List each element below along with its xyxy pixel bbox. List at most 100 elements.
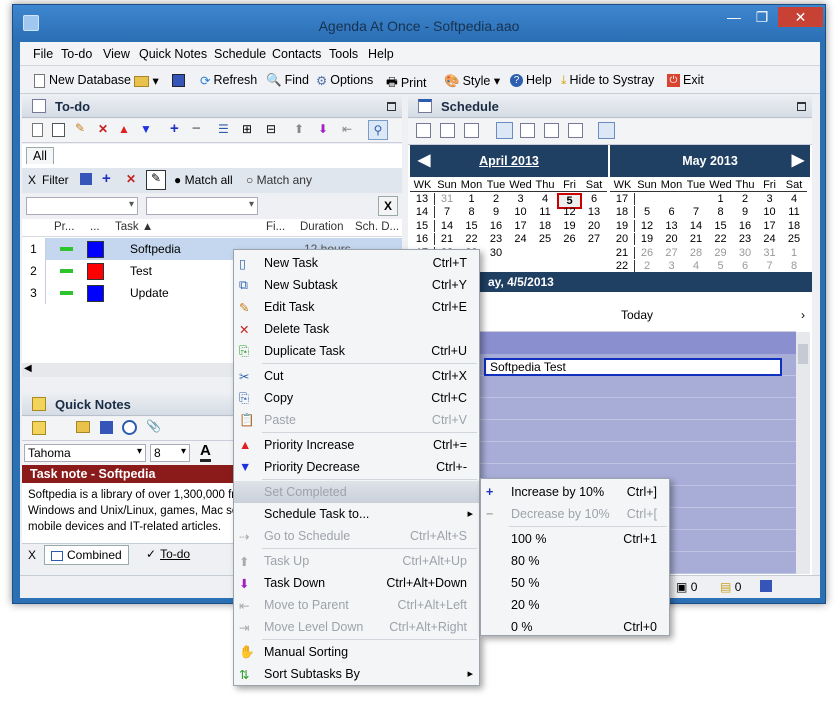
close-button[interactable]: ✕ [778,7,823,27]
menu-item-new-task[interactable]: ▯ New Task Ctrl+T [234,252,479,274]
column-task[interactable]: Task ▲ [115,221,153,233]
menu-item-set-completed[interactable]: Set Completed [234,481,479,503]
april-title[interactable]: April 2013 [479,154,539,168]
tab-combined[interactable]: Combined [44,545,129,565]
menu-item-manual-sorting[interactable]: ✋ Manual Sorting [234,641,479,663]
help-button[interactable]: ? Help [510,73,552,88]
calendar-day[interactable]: 17 [508,220,533,232]
calendar-day[interactable]: 12 [635,220,660,232]
chevron-right-icon[interactable]: › [796,298,810,332]
chevron-left-icon[interactable]: ◀ [24,363,32,374]
menu-view[interactable]: View [103,47,130,61]
menu-item-go-to-schedule[interactable]: ⇢ Go to Schedule Ctrl+Alt+S [234,525,479,547]
calendar-day[interactable]: 25 [533,233,558,245]
paperclip-icon[interactable]: 📎 [146,419,161,433]
list-icon[interactable]: ☰ [218,122,229,136]
calendar-day[interactable]: 1 [782,247,807,259]
calendar-day[interactable]: 11 [782,206,807,218]
calendar-day[interactable]: 13 [659,220,684,232]
calendar-day[interactable]: 26 [635,247,660,259]
minus-icon[interactable]: − [192,120,201,137]
open-button[interactable]: ▾ [134,73,159,88]
submenu-item-decrease-by-10[interactable]: − Decrease by 10% Ctrl+[ [481,503,669,525]
plus-icon[interactable]: + [170,120,179,137]
add-filter-icon[interactable]: + [102,170,111,187]
calendar-day[interactable]: 21 [684,233,709,245]
calendar-day[interactable]: 1 [459,193,484,205]
menu-item-delete-task[interactable]: ✕ Delete Task [234,318,479,340]
new-task-icon[interactable] [32,123,43,137]
vertical-scrollbar[interactable] [796,332,810,574]
calendar-day[interactable]: 20 [582,220,607,232]
menu-tools[interactable]: Tools [329,47,358,61]
column-color[interactable]: ... [90,221,100,233]
menu-item-paste[interactable]: 📋 Paste Ctrl+V [234,409,479,431]
calendar-day[interactable]: 2 [733,193,758,205]
calendar-day[interactable]: 17 [757,220,782,232]
hide-to-systray-button[interactable]: ⤓ Hide to Systray [561,73,654,88]
save-icon[interactable] [760,580,772,592]
save-icon[interactable] [100,421,113,434]
priority-up-icon[interactable]: ▲ [118,122,130,136]
menu-item-task-down[interactable]: ⬇ Task Down Ctrl+Alt+Down [234,572,479,594]
month-view-icon[interactable] [568,123,583,138]
menu-todo[interactable]: To-do [61,47,92,61]
filter-close-icon[interactable]: X [28,173,36,187]
calendar-day[interactable]: 14 [684,220,709,232]
menu-item-edit-task[interactable]: ✎ Edit Task Ctrl+E [234,296,479,318]
refresh-button[interactable]: ⟳ Refresh [200,73,257,88]
calendar-day[interactable]: 30 [484,247,509,259]
calendar-day[interactable]: 21 [435,233,460,245]
menu-schedule[interactable]: Schedule [214,47,266,61]
calendar-day[interactable]: 31 [435,193,460,205]
work-week-view-icon[interactable] [520,123,535,138]
calendar-day[interactable]: 16 [484,220,509,232]
week-view-icon[interactable] [544,123,559,138]
menu-item-copy[interactable]: ⎘ Copy Ctrl+C [234,387,479,409]
day-view-icon[interactable] [496,122,513,139]
minimize-button[interactable]: — [721,7,747,27]
submenu-item-100[interactable]: 100 % Ctrl+1 [481,528,669,550]
print-button[interactable]: 🖶 Print [386,73,427,94]
menu-item-move-level-down[interactable]: ⇥ Move Level Down Ctrl+Alt+Right [234,616,479,638]
find-button[interactable]: 🔍 Find [266,73,309,88]
new-database-button[interactable]: New Database [34,73,131,88]
calendar-day[interactable]: 13 [582,206,607,218]
calendar-day[interactable]: 28 [684,247,709,259]
calendar-day[interactable]: 8 [708,206,733,218]
calendar-day[interactable]: 3 [757,193,782,205]
filter-field-dropdown[interactable]: ▾ [26,197,138,215]
appointment-block[interactable]: Softpedia Test [484,358,782,376]
style-button[interactable]: 🎨 Style ▾ [444,73,500,89]
calendar-day[interactable]: 29 [708,247,733,259]
chevron-left-icon[interactable]: ◀ [418,145,430,177]
new-appointment-icon[interactable] [416,123,431,138]
delete-icon[interactable]: ✕ [98,122,108,136]
column-priority[interactable]: Pr... [54,221,74,233]
submenu-item-50[interactable]: 50 % [481,572,669,594]
close-tab-button[interactable]: X [28,548,36,562]
column-schedule-date[interactable]: Sch. D... [355,221,399,233]
calendar-day[interactable]: 9 [484,206,509,218]
calendar-day[interactable]: 9 [733,206,758,218]
calendar-day[interactable]: 18 [533,220,558,232]
move-up-icon[interactable]: ⬆ [294,122,304,136]
menu-item-priority-increase[interactable]: ▲ Priority Increase Ctrl+= [234,434,479,456]
menu-quick-notes[interactable]: Quick Notes [139,47,207,61]
edit-appointment-icon[interactable] [440,123,455,138]
clear-filter-button[interactable]: X [378,196,398,216]
font-family-select[interactable]: Tahoma ▾ [24,444,146,462]
font-size-select[interactable]: 8 ▾ [150,444,190,462]
filter-value-dropdown[interactable]: ▾ [146,197,258,215]
calendar-day[interactable]: 22 [708,233,733,245]
calendar-day[interactable]: 24 [757,233,782,245]
calendar-day[interactable]: 15 [459,220,484,232]
calendar-day[interactable]: 2 [635,260,660,272]
may-title[interactable]: May 2013 [682,154,738,168]
new-note-icon[interactable] [32,421,46,435]
font-color-button[interactable]: A [200,442,211,462]
submenu-item-increase-by-10[interactable]: + Increase by 10% Ctrl+] [481,481,669,503]
match-any-radio[interactable]: ○ Match any [246,173,312,187]
delete-appointment-icon[interactable] [464,123,479,138]
calendar-day[interactable]: 7 [684,206,709,218]
